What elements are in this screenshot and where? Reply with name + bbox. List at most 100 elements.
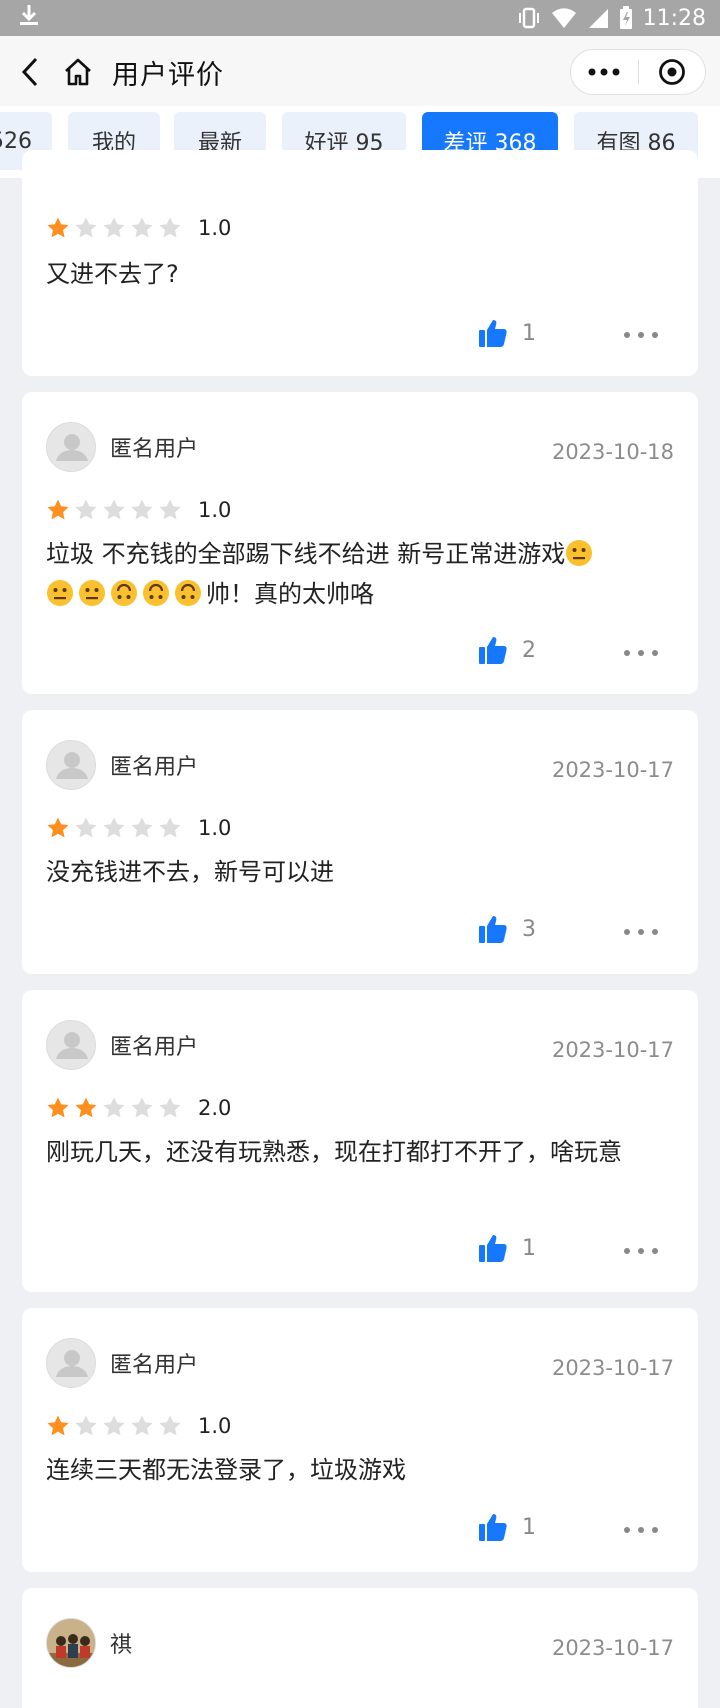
review-header: 匿名用户	[46, 422, 198, 472]
username: 匿名用户	[110, 1035, 199, 1060]
like-button[interactable]: 1	[478, 1233, 536, 1263]
status-time: 11:28	[642, 5, 706, 31]
star-empty-icon	[159, 1097, 181, 1118]
nav-bar: 用户评价	[0, 36, 720, 108]
more-menu-button[interactable]	[571, 50, 638, 94]
avatar[interactable]	[46, 1338, 96, 1388]
home-icon	[65, 58, 91, 86]
star-empty-icon	[131, 1415, 153, 1436]
review-text: 又进不去了?	[46, 260, 179, 288]
review-date: 2023-10-18	[551, 440, 674, 464]
chevron-left-icon	[21, 57, 38, 87]
more-options-button[interactable]	[624, 929, 658, 935]
star-filled-icon	[47, 217, 69, 238]
star-filled-icon	[47, 1415, 69, 1436]
like-count: 1	[522, 1235, 536, 1261]
username: 匿名用户	[110, 1353, 199, 1378]
thumbs-up-icon	[479, 320, 507, 347]
thumbs-up-icon	[479, 1235, 507, 1262]
like-button[interactable]: 1	[478, 318, 536, 348]
star-empty-icon	[103, 499, 125, 520]
review-card: 祺 2023-10-17	[22, 1588, 698, 1708]
review-card: 匿名用户 2023-10-17 1.0 连续三天都无法登录了，垃圾游戏 1	[22, 1308, 698, 1572]
like-button[interactable]: 2	[478, 635, 536, 665]
star-empty-icon	[75, 817, 97, 838]
target-icon	[658, 59, 685, 85]
close-mini-program-button[interactable]	[639, 50, 706, 94]
star-filled-icon	[47, 499, 69, 520]
review-text: 刚玩几天，还没有玩熟悉，现在打都打不开了，啥玩意	[46, 1138, 622, 1166]
review-header: 匿名用户	[46, 1338, 198, 1388]
more-options-button[interactable]	[624, 1248, 658, 1254]
review-date: 2023-10-17	[551, 1038, 674, 1062]
star-empty-icon	[159, 499, 181, 520]
upside-down-face-emoji-icon	[174, 579, 202, 607]
star-empty-icon	[103, 217, 125, 238]
rating-score: 1.0	[198, 1414, 232, 1438]
thumbs-up-icon	[479, 637, 507, 664]
like-count: 1	[522, 1514, 536, 1540]
avatar[interactable]	[46, 422, 96, 472]
review-text-part: 帅！真的太帅咯	[206, 580, 374, 608]
back-button[interactable]	[2, 36, 58, 108]
default-avatar-icon	[56, 1350, 88, 1377]
star-empty-icon	[131, 1097, 153, 1118]
review-date: 2023-10-17	[551, 1356, 674, 1380]
star-empty-icon	[75, 217, 97, 238]
star-filled-icon	[75, 1097, 97, 1118]
star-filled-icon	[47, 1097, 69, 1118]
star-empty-icon	[131, 499, 153, 520]
vibrate-icon	[517, 7, 541, 29]
battery-icon	[619, 6, 633, 30]
review-card: 匿名用户 2023-10-17 1.0 没充钱进不去，新号可以进 3	[22, 710, 698, 974]
page-title: 用户评价	[112, 59, 224, 91]
review-text: 没充钱进不去，新号可以进	[46, 858, 334, 886]
review-card: 1.0 又进不去了? 1	[22, 150, 698, 376]
star-empty-icon	[159, 217, 181, 238]
star-filled-icon	[47, 817, 69, 838]
user-photo-icon	[47, 1619, 95, 1667]
review-text-part: 垃圾 不充钱的全部踢下线不给进 新号正常进游戏	[46, 540, 566, 568]
avatar[interactable]	[46, 1020, 96, 1070]
avatar[interactable]	[46, 1618, 96, 1668]
like-button[interactable]: 3	[478, 914, 536, 944]
star-empty-icon	[131, 217, 153, 238]
star-empty-icon	[75, 499, 97, 520]
like-count: 3	[522, 916, 536, 942]
neutral-face-emoji-icon	[78, 579, 106, 607]
star-empty-icon	[75, 1415, 97, 1436]
rating-stars: 1.0	[46, 1414, 231, 1438]
star-empty-icon	[103, 1415, 125, 1436]
review-text: 连续三天都无法登录了，垃圾游戏	[46, 1456, 406, 1484]
mini-program-capsule	[570, 49, 706, 95]
signal-icon	[587, 7, 609, 29]
star-empty-icon	[103, 1097, 125, 1118]
avatar[interactable]	[46, 740, 96, 790]
home-button[interactable]	[58, 36, 98, 108]
rating-score: 1.0	[198, 498, 232, 522]
thumbs-up-icon	[479, 1514, 507, 1541]
rating-stars: 2.0	[46, 1096, 231, 1120]
status-bar: 11:28	[0, 0, 720, 36]
star-empty-icon	[159, 1415, 181, 1436]
like-button[interactable]: 1	[478, 1512, 536, 1542]
like-count: 2	[522, 637, 536, 663]
more-options-button[interactable]	[624, 332, 658, 338]
review-header: 匿名用户	[46, 1020, 198, 1070]
tab-label: 526	[0, 128, 32, 154]
like-count: 1	[522, 320, 536, 346]
upside-down-face-emoji-icon	[110, 579, 138, 607]
more-options-button[interactable]	[624, 1527, 658, 1533]
download-icon	[18, 3, 40, 33]
star-empty-icon	[159, 817, 181, 838]
rating-score: 2.0	[198, 1096, 232, 1120]
star-empty-icon	[103, 817, 125, 838]
default-avatar-icon	[56, 752, 88, 779]
rating-stars: 1.0	[46, 216, 231, 240]
more-options-button[interactable]	[624, 650, 658, 656]
thumbs-up-icon	[479, 916, 507, 943]
username: 祺	[110, 1633, 133, 1658]
neutral-face-emoji-icon	[565, 539, 593, 567]
default-avatar-icon	[56, 434, 88, 461]
review-header: 匿名用户	[46, 740, 198, 790]
